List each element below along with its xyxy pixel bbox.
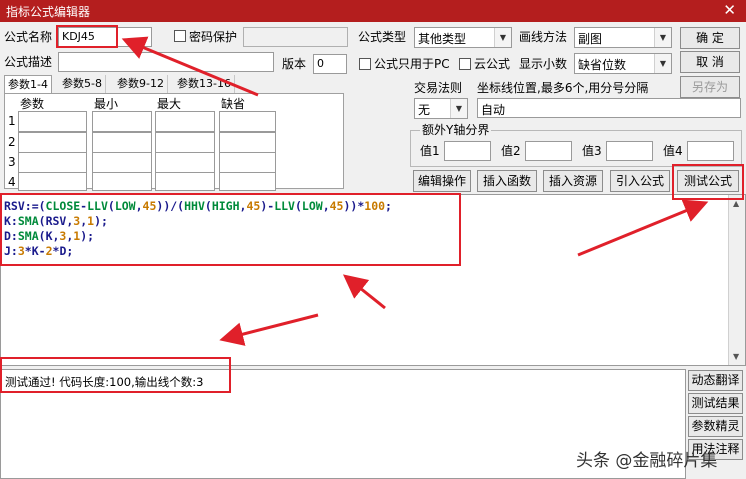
- annotation-arrows: [121, 36, 709, 346]
- arrow-to-status: [219, 313, 319, 346]
- arrow-to-test: [577, 199, 709, 257]
- arrow-to-code: [342, 274, 386, 310]
- arrow-to-name: [121, 36, 259, 97]
